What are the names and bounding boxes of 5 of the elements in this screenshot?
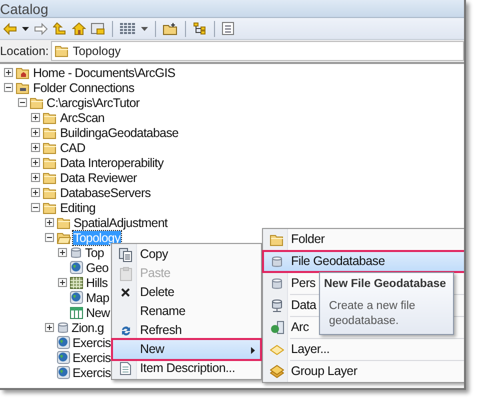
window-title: Catalog: [0, 2, 48, 16]
tooltip-text: Create a new file geodatabase.: [328, 299, 416, 330]
tooltip-title: New File Geodatabase: [324, 277, 448, 292]
location-value: Topology: [72, 43, 121, 60]
location-label: Location:: [0, 43, 49, 60]
